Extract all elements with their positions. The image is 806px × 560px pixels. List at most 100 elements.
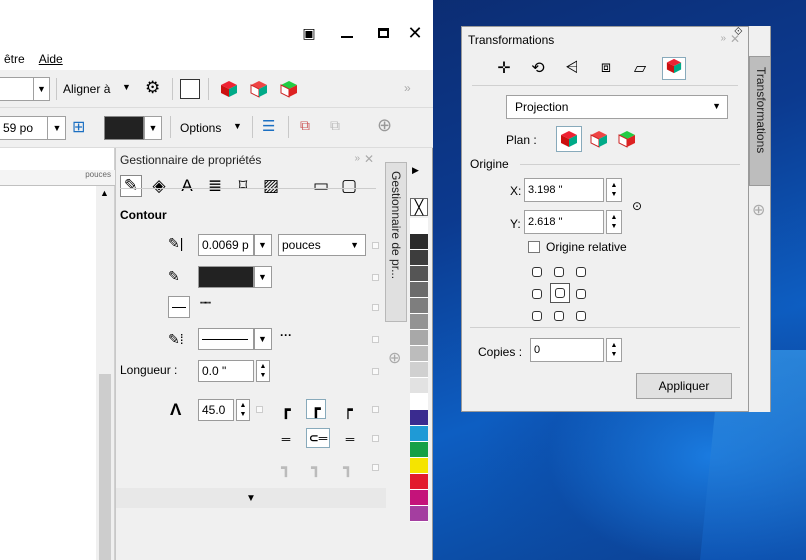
y-spinner[interactable]: ▲ ▼	[606, 210, 622, 234]
add-button-icon[interactable]: ⊕	[377, 115, 392, 136]
anchor-top-center[interactable]	[554, 267, 564, 277]
cube-pink-icon[interactable]	[590, 130, 608, 148]
page-frame-icon[interactable]: ▭	[310, 176, 332, 196]
options-button[interactable]: Options	[180, 121, 221, 135]
butt-cap-icon[interactable]: ═	[276, 429, 296, 449]
length-input[interactable]: 0.0 "	[198, 360, 254, 382]
color-swatch[interactable]	[410, 362, 428, 378]
paste-properties-icon[interactable]: ⧉	[330, 117, 340, 134]
outline-width-dropdown[interactable]: ▼	[254, 234, 272, 256]
color-swatch[interactable]	[410, 314, 428, 330]
frame-icon[interactable]: ⌑	[232, 176, 254, 196]
color-swatch[interactable]	[410, 234, 428, 250]
panel-close-icon[interactable]: ✕	[364, 152, 374, 166]
color-swatch[interactable]	[410, 442, 428, 458]
options-chevron-icon[interactable]: ▼	[233, 121, 242, 131]
lock-dot[interactable]	[372, 406, 379, 413]
outline-color-picker[interactable]	[198, 266, 254, 288]
miter-corner-icon[interactable]: ┏	[276, 400, 296, 420]
round-cap-icon[interactable]: ⊂═	[306, 428, 330, 448]
lock-dot[interactable]	[372, 464, 379, 471]
color-swatch[interactable]	[410, 458, 428, 474]
copies-spinner[interactable]: ▲ ▼	[606, 338, 622, 362]
color-dropdown[interactable]: ▼	[144, 116, 162, 140]
color-swatch[interactable]	[410, 506, 428, 522]
size-dropdown[interactable]: ▼	[48, 116, 66, 140]
outline-color-swatch[interactable]	[104, 116, 144, 140]
bevel-corner-icon[interactable]: ┍	[338, 400, 358, 420]
lock-dot[interactable]	[372, 336, 379, 343]
anchor-bottom-center[interactable]	[554, 311, 564, 321]
lock-dot[interactable]	[372, 368, 379, 375]
cube-red-icon[interactable]	[220, 80, 238, 98]
more-options-icon[interactable]: ···	[280, 328, 292, 342]
color-swatch[interactable]	[410, 250, 428, 266]
character-icon[interactable]: A	[176, 176, 198, 196]
lock-dot[interactable]	[372, 242, 379, 249]
x-spinner[interactable]: ▲ ▼	[606, 178, 622, 202]
mirror-tool-icon[interactable]: ⩤	[560, 59, 584, 77]
skew-tool-icon[interactable]: ▱	[628, 58, 652, 78]
color-swatch[interactable]	[410, 378, 428, 394]
maximize-button[interactable]	[372, 22, 394, 44]
add-docker-icon[interactable]: ⊕	[752, 200, 765, 220]
color-swatch[interactable]	[410, 490, 428, 506]
lock-dot[interactable]	[372, 435, 379, 442]
cube-green-icon[interactable]	[618, 130, 636, 148]
y-input[interactable]: 2.618 "	[524, 210, 604, 234]
align-to-label[interactable]: Aligner à	[63, 82, 110, 96]
lock-dot[interactable]	[372, 274, 379, 281]
vertical-scrollbar[interactable]: ▲	[96, 186, 114, 560]
round-corner-icon[interactable]: ┏	[306, 399, 326, 419]
anchor-center-selected[interactable]	[550, 283, 570, 303]
lock-dot[interactable]	[256, 406, 263, 413]
menu-help[interactable]: Aide	[39, 52, 63, 66]
user-login-icon[interactable]: ▣	[298, 22, 320, 44]
anchor-top-right[interactable]	[576, 267, 586, 277]
properties-docker-tab[interactable]: Gestionnaire de pr...	[385, 162, 407, 322]
color-swatch[interactable]	[410, 394, 428, 410]
expand-more-bar[interactable]: ▼	[116, 488, 386, 508]
scrollbar-thumb[interactable]	[99, 374, 111, 560]
position-outside-icon[interactable]: ┓	[276, 458, 296, 478]
projection-tool-icon[interactable]	[662, 56, 686, 80]
arrowhead-dropdown[interactable]: ▼	[254, 328, 272, 350]
x-input[interactable]: 3.198 "	[524, 178, 604, 202]
position-center-icon[interactable]: ┓	[306, 458, 326, 478]
color-swatch[interactable]	[410, 266, 428, 282]
rotate-tool-icon[interactable]: ⟲	[526, 58, 550, 78]
copy-properties-icon[interactable]: ⧉	[300, 117, 310, 134]
frame-toggle-button[interactable]	[180, 79, 200, 99]
color-swatch[interactable]	[410, 330, 428, 346]
anchor-bottom-left[interactable]	[532, 311, 542, 321]
close-button[interactable]: ✕	[404, 22, 426, 44]
palette-scroll-icon[interactable]: ▶	[412, 165, 419, 176]
color-swatch[interactable]	[410, 346, 428, 362]
color-swatch[interactable]	[410, 298, 428, 314]
no-color-swatch[interactable]: ╳	[410, 198, 428, 216]
cube-pink-icon[interactable]	[250, 80, 268, 98]
settings-gear-icon[interactable]: ⚙	[145, 78, 160, 98]
color-swatch[interactable]	[410, 218, 428, 234]
apply-button[interactable]: Appliquer	[636, 373, 732, 399]
add-docker-icon[interactable]: ⊕	[388, 348, 401, 368]
units-select[interactable]: pouces ▼	[278, 234, 366, 256]
image-icon[interactable]: ▨	[260, 176, 282, 196]
square-cap-icon[interactable]: ═	[340, 429, 360, 449]
docker-new-icon[interactable]: ⟐	[734, 26, 743, 39]
miter-limit-input[interactable]: 45.0	[198, 399, 234, 421]
page-settings-icon[interactable]: ▢	[338, 176, 360, 196]
color-swatch[interactable]	[410, 426, 428, 442]
scroll-up-icon[interactable]: ▲	[100, 188, 109, 198]
minimize-button[interactable]	[336, 22, 358, 44]
docker-collapse-icon[interactable]: »	[720, 33, 726, 44]
outline-color-dropdown[interactable]: ▼	[254, 266, 272, 288]
color-swatch[interactable]	[410, 474, 428, 490]
left-dropdown[interactable]: ▼	[0, 77, 50, 101]
outline-width-input[interactable]: 0.0069 p	[198, 234, 254, 256]
copies-input[interactable]: 0	[530, 338, 604, 362]
color-swatch[interactable]	[410, 282, 428, 298]
transform-mode-select[interactable]: Projection ▼	[506, 95, 728, 119]
anchor-top-left[interactable]	[532, 267, 542, 277]
text-wrap-icon[interactable]: ☰	[262, 117, 275, 135]
